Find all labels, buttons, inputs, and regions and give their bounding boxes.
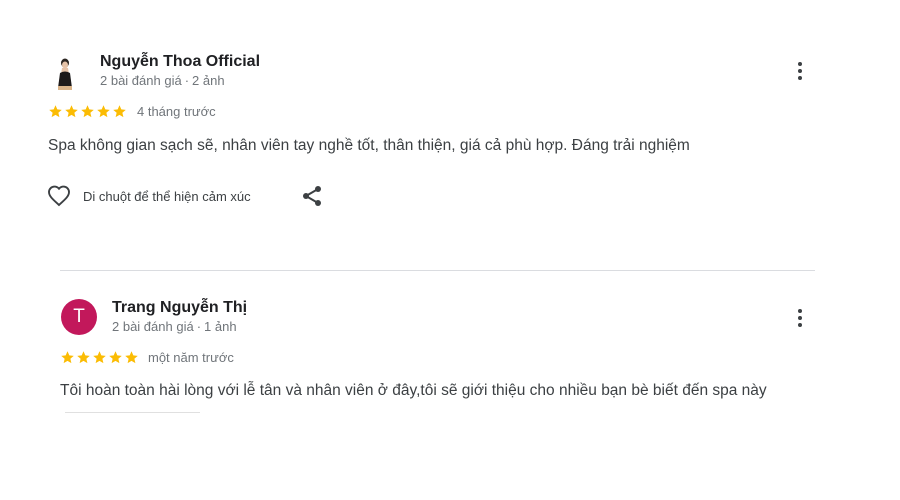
more-vert-icon [798, 309, 802, 313]
meta-separator: · [196, 319, 202, 334]
more-options-button[interactable] [788, 304, 812, 332]
star-icon [109, 351, 122, 364]
review-count: 2 bài đánh giá [112, 319, 194, 334]
like-button[interactable] [46, 184, 72, 208]
heart-outline-icon [48, 185, 70, 207]
star-icon [93, 351, 106, 364]
review-time: một năm trước [148, 350, 234, 365]
star-icon [77, 351, 90, 364]
author-meta: 2 bài đánh giá · 1 ảnh [112, 319, 237, 334]
rating-stars [60, 350, 139, 365]
more-vert-icon-dot [798, 323, 802, 327]
more-vert-icon-dot [798, 316, 802, 320]
share-button[interactable] [300, 184, 324, 213]
share-icon [303, 186, 321, 206]
review-text: Tôi hoàn toàn hài lòng với lễ tân và nhâ… [60, 382, 767, 399]
text-underline [65, 412, 200, 413]
star-icon [61, 351, 74, 364]
star-icon [125, 351, 138, 364]
avatar[interactable]: T [61, 299, 97, 335]
review-card: T Trang Nguyễn Thị 2 bài đánh giá · 1 ảnh … [0, 0, 900, 413]
like-hint: Di chuột để thể hiện cảm xúc [83, 189, 251, 204]
author-name[interactable]: Trang Nguyễn Thị [112, 299, 247, 317]
photo-count: 1 ảnh [204, 319, 237, 334]
review-divider [60, 270, 815, 271]
